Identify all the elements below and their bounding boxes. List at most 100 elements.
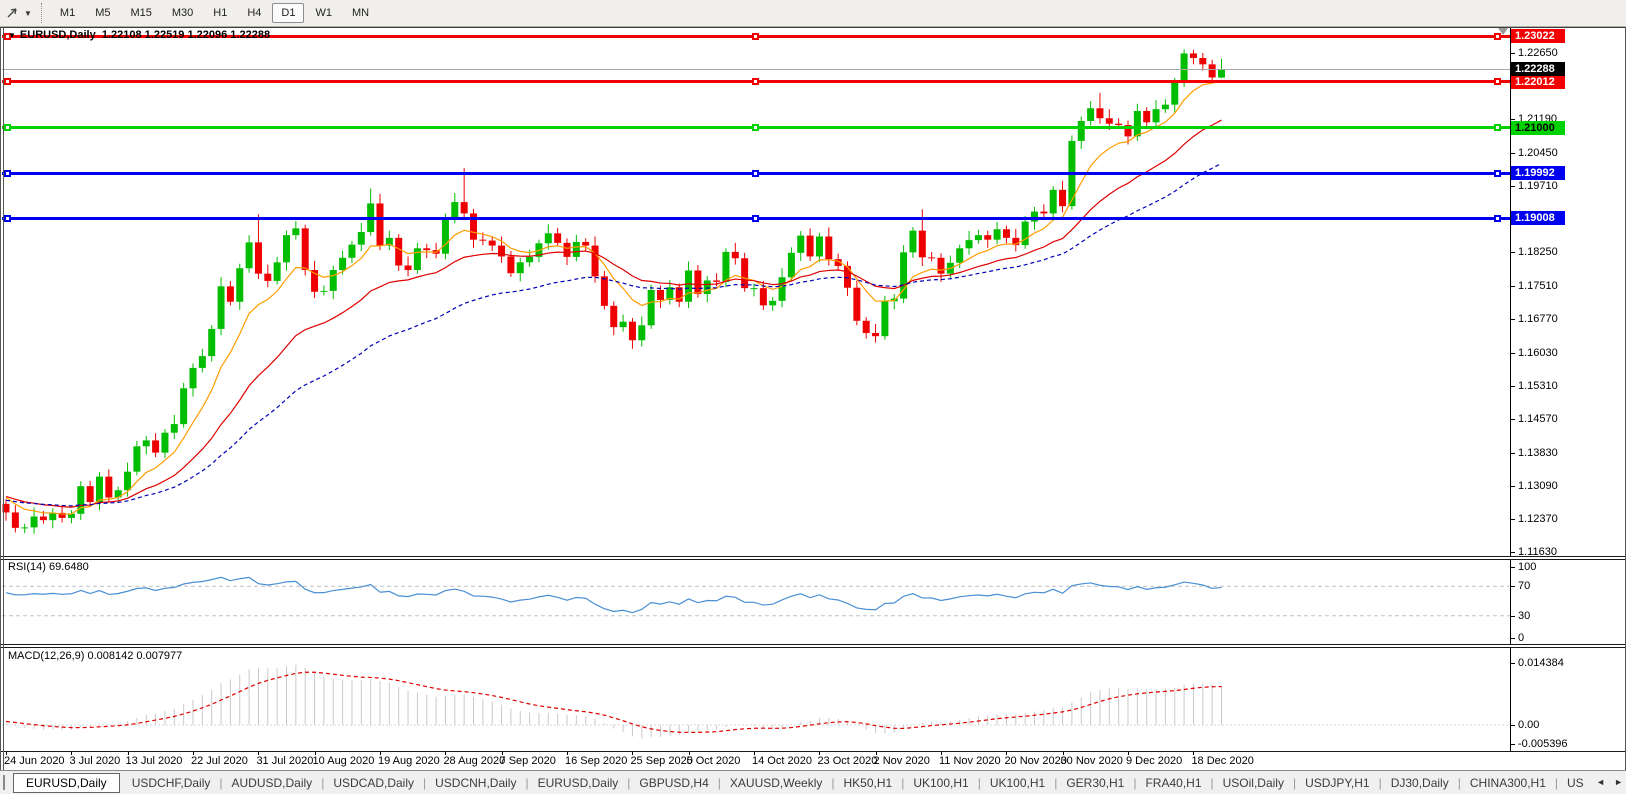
axis-tick-mark (1511, 353, 1515, 354)
chart-tab-usdcad-daily[interactable]: USDCAD,Daily (324, 773, 423, 793)
timeframe-button-m1[interactable]: M1 (51, 3, 84, 23)
chart-tab-usdcnh-daily[interactable]: USDCNH,Daily (426, 773, 525, 793)
line-handle[interactable] (4, 124, 11, 131)
line-handle[interactable] (752, 124, 759, 131)
line-price-badge-1.23022: 1.23022 (1511, 29, 1565, 43)
timeframe-button-h1[interactable]: H1 (204, 3, 236, 23)
price-axis-label: 1.13830 (1518, 447, 1558, 459)
date-axis-label: 7 Sep 2020 (500, 755, 556, 767)
date-axis-line (0, 751, 1626, 752)
chart-tab-gbpusd-h4[interactable]: GBPUSD,H4 (630, 773, 717, 793)
horizontal-line-1.22012[interactable] (2, 80, 1510, 83)
date-axis-label: 2 Nov 2020 (874, 755, 930, 767)
date-axis-label: 25 Sep 2020 (630, 755, 692, 767)
axis-tick-mark (1511, 663, 1515, 664)
date-axis-label: 30 Nov 2020 (1061, 755, 1123, 767)
chart-tab-usdchf-daily[interactable]: USDCHF,Daily (123, 773, 220, 793)
tab-scroll-arrows: ◄ ► (1590, 777, 1623, 787)
line-handle[interactable] (752, 33, 759, 40)
current-price-badge: 1.22288 (1511, 62, 1565, 76)
toolbar-dropdown-caret[interactable]: ▼ (24, 9, 32, 18)
line-price-badge-1.19992: 1.19992 (1511, 166, 1565, 180)
chart-tab-xauusd-weekly[interactable]: XAUUSD,Weekly (721, 773, 831, 793)
macd-axis-label: 0.014384 (1518, 657, 1564, 669)
timeframe-button-w1[interactable]: W1 (306, 3, 341, 23)
horizontal-line-1.21000[interactable] (2, 126, 1510, 129)
timeframe-button-m30[interactable]: M30 (163, 3, 202, 23)
line-handle[interactable] (4, 170, 11, 177)
draw-tool-button[interactable]: ▼ (4, 5, 32, 21)
rsi-axis-label: 70 (1518, 580, 1530, 592)
price-axis-label: 1.15310 (1518, 380, 1558, 392)
chart-tab-dj30-daily[interactable]: DJ30,Daily (1382, 773, 1458, 793)
horizontal-line-1.19992[interactable] (2, 172, 1510, 175)
chart-tab-fra40-h1[interactable]: FRA40,H1 (1136, 773, 1210, 793)
rsi-panel-divider[interactable] (0, 556, 1626, 560)
axis-tick-mark (1511, 286, 1515, 287)
axis-tick-mark (1511, 252, 1515, 253)
chart-tab-usdjpy-h1[interactable]: USDJPY,H1 (1296, 773, 1378, 793)
line-handle[interactable] (1494, 170, 1501, 177)
axis-tick-mark (1511, 552, 1515, 553)
axis-tick-mark (1511, 744, 1515, 745)
tab-bar-grip[interactable] (3, 775, 6, 790)
chart-tab-usoil-daily[interactable]: USOil,Daily (1214, 773, 1293, 793)
timeframe-buttons: M1M5M15M30H1H4D1W1MN (51, 3, 380, 23)
price-axis-label: 1.16770 (1518, 313, 1558, 325)
date-axis-label: 9 Dec 2020 (1126, 755, 1182, 767)
chart-tab-uk100-h1[interactable]: UK100,H1 (904, 773, 977, 793)
date-axis-label: 28 Aug 2020 (443, 755, 505, 767)
axis-tick-mark (1511, 586, 1515, 587)
chart-tab-uk100-h1[interactable]: UK100,H1 (981, 773, 1054, 793)
current-price-line (2, 69, 1510, 70)
chart-tab-eurusd-daily[interactable]: EURUSD,Daily (529, 773, 628, 793)
line-handle[interactable] (4, 78, 11, 85)
axis-tick-mark (1511, 486, 1515, 487)
chart-tab-hk50-h1[interactable]: HK50,H1 (834, 773, 901, 793)
price-axis-label: 1.20450 (1518, 147, 1558, 159)
timeframe-button-mn[interactable]: MN (343, 3, 378, 23)
date-axis-label: 24 Jun 2020 (4, 755, 65, 767)
line-handle[interactable] (1494, 124, 1501, 131)
toolbar-grip[interactable] (41, 3, 43, 23)
macd-axis-label: -0.005396 (1518, 738, 1568, 750)
price-axis-line (1510, 28, 1511, 751)
chart-tab-ger30-h1[interactable]: GER30,H1 (1057, 773, 1133, 793)
tab-scroll-right-icon[interactable]: ► (1614, 777, 1623, 787)
axis-tick-mark (1511, 419, 1515, 420)
axis-tick-mark (1511, 725, 1515, 726)
date-axis-label: 19 Aug 2020 (378, 755, 440, 767)
macd-panel-divider[interactable] (0, 644, 1626, 648)
line-handle[interactable] (752, 170, 759, 177)
rsi-axis-label: 0 (1518, 632, 1524, 644)
chart-tab-eurusd-daily[interactable]: EURUSD,Daily (13, 773, 120, 793)
axis-tick-mark (1511, 567, 1515, 568)
date-axis-label: 3 Jul 2020 (69, 755, 120, 767)
chart-tab-china300-h1[interactable]: CHINA300,H1 (1461, 773, 1555, 793)
date-axis-label: 5 Oct 2020 (687, 755, 741, 767)
chart-tab-audusd-daily[interactable]: AUDUSD,Daily (223, 773, 322, 793)
timeframe-button-h4[interactable]: H4 (238, 3, 270, 23)
horizontal-line-1.19008[interactable] (2, 217, 1510, 220)
date-axis-label: 18 Dec 2020 (1191, 755, 1253, 767)
chart-tab-us[interactable]: US (1558, 773, 1593, 793)
axis-tick-mark (1511, 616, 1515, 617)
axis-tick-mark (1511, 153, 1515, 154)
timeframe-button-m15[interactable]: M15 (121, 3, 160, 23)
price-axis-label: 1.19710 (1518, 180, 1558, 192)
tab-scroll-left-icon[interactable]: ◄ (1596, 777, 1605, 787)
line-handle[interactable] (752, 215, 759, 222)
price-axis-label: 1.16030 (1518, 347, 1558, 359)
line-handle[interactable] (4, 215, 11, 222)
timeframe-button-d1[interactable]: D1 (272, 3, 304, 23)
line-handle[interactable] (1494, 215, 1501, 222)
chart-title-caret[interactable]: ▼ (8, 31, 16, 40)
line-price-badge-1.19008: 1.19008 (1511, 211, 1565, 225)
axis-tick-mark (1511, 386, 1515, 387)
rsi-axis-label: 100 (1518, 561, 1536, 573)
price-chart-canvas[interactable] (0, 0, 1626, 794)
timeframe-button-m5[interactable]: M5 (86, 3, 119, 23)
line-handle[interactable] (1494, 78, 1501, 85)
line-handle[interactable] (752, 78, 759, 85)
chart-shift-marker[interactable] (1498, 28, 1508, 35)
